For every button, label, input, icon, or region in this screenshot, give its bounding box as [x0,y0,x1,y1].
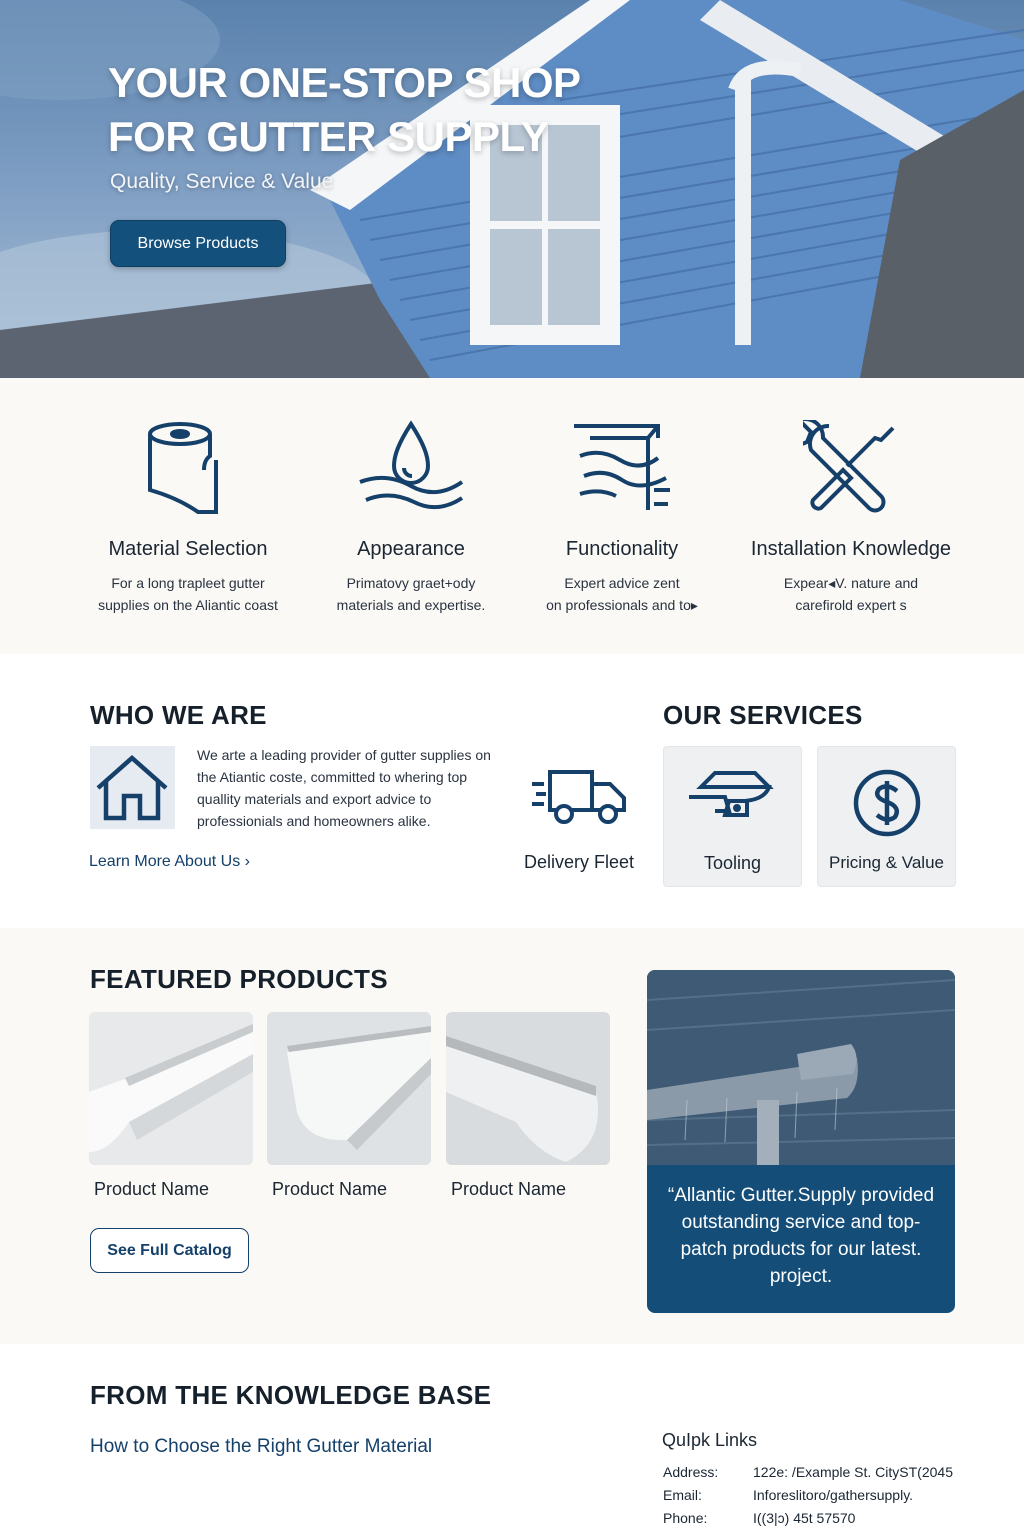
feature-desc: For a long trapleet gutter supplies on t… [98,575,278,613]
paper-roll-icon [148,422,218,514]
product-card[interactable]: Product Name [446,1012,610,1200]
browse-products-button[interactable]: Browse Products [110,220,286,267]
gutter-rain-photo [647,970,955,1165]
dollar-icon [853,769,920,837]
phone-label: Phone: [663,1510,708,1526]
product-name: Product Name [94,1179,210,1199]
knowledge-base-section: FROM THE KNOWLEDGE BASE How to Choose th… [0,1344,1024,1536]
about-services-section: WHO WE ARE We arte a leading provider of… [0,654,1024,928]
knowledge-base-title: FROM THE KNOWLEDGE BASE [90,1380,492,1410]
product-image [89,1012,253,1165]
product-image [267,1012,431,1165]
feature-title: Appearance [357,538,465,560]
quick-links-title: QuIpk Links [662,1430,758,1450]
featured-products-section: FEATURED PRODUCTS Product Name Product N… [0,928,1024,1344]
product-card[interactable]: Product Name [267,1012,431,1200]
address-value: 122e: /Example St. CityST(2045 [753,1464,953,1480]
tooling-icon [688,771,774,817]
service-card-pricing[interactable]: Pricing & Value [817,746,956,887]
feature-desc: Expert advice zent on professionals and … [546,575,698,613]
delivery-truck-icon [532,770,626,824]
see-full-catalog-button[interactable]: See Full Catalog [90,1228,249,1273]
email-label: Email: [663,1487,702,1503]
knowledge-article-link[interactable]: How to Choose the Right Gutter Material [90,1436,432,1458]
product-name: Product Name [451,1179,567,1199]
gutter-flow-icon [574,424,670,510]
product-card[interactable]: Product Name [89,1012,253,1200]
phone-value[interactable]: I((3|ɔ) 45t 57570 [753,1510,855,1526]
feature-title: Functionality [565,538,679,560]
feature-desc: Primatovy graet+ody materials and expert… [336,575,486,613]
contact-address: Address: 122e: /Example St. CityST(2045 [663,1464,953,1480]
water-drop-icon [359,420,464,510]
address-label: Address: [663,1464,719,1480]
product-image [446,1012,610,1165]
service-label: Pricing & Value [829,853,944,872]
contact-phone: Phone: I((3|ɔ) 45t 57570 [663,1510,855,1526]
feature-desc: Expear◂V. nature and carefirold expert s [783,575,919,613]
contact-email: Email: Inforeslitoro/gathersupply. [663,1487,913,1503]
learn-more-link[interactable]: Learn More About Us › [89,853,250,871]
service-card-tooling[interactable]: Tooling [663,746,802,887]
house-icon-tile [90,746,175,829]
service-label: Tooling [703,853,762,873]
featured-products-title: FEATURED PRODUCTS [90,964,388,994]
hero-banner: YOUR ONE-STOP SHOP FOR GUTTER SUPPLY Qua… [0,0,1024,378]
wrench-screwdriver-icon [803,420,895,513]
delivery-fleet-label: Delivery Fleet [524,852,635,872]
testimonial-quote: “Allantic Gutter.Supply provided outstan… [667,1185,935,1287]
who-we-are-text: We arte a leading provider of gutter sup… [197,747,491,829]
email-value[interactable]: Inforeslitoro/gathersupply. [753,1487,913,1503]
hero-subtitle: Quality, Service & Value [110,170,334,193]
feature-title: Installation Knowledge [750,538,952,560]
feature-title: Material Selection [108,538,268,560]
product-name: Product Name [272,1179,388,1199]
hero-title: YOUR ONE-STOP SHOP FOR GUTTER SUPPLY [108,59,581,160]
our-services-title: OUR SERVICES [663,700,863,730]
features-section: Material Selection For a long trapleet g… [0,378,1024,654]
who-we-are-title: WHO WE ARE [90,700,267,730]
house-icon [96,754,168,821]
testimonial-card: “Allantic Gutter.Supply provided outstan… [647,970,955,1313]
